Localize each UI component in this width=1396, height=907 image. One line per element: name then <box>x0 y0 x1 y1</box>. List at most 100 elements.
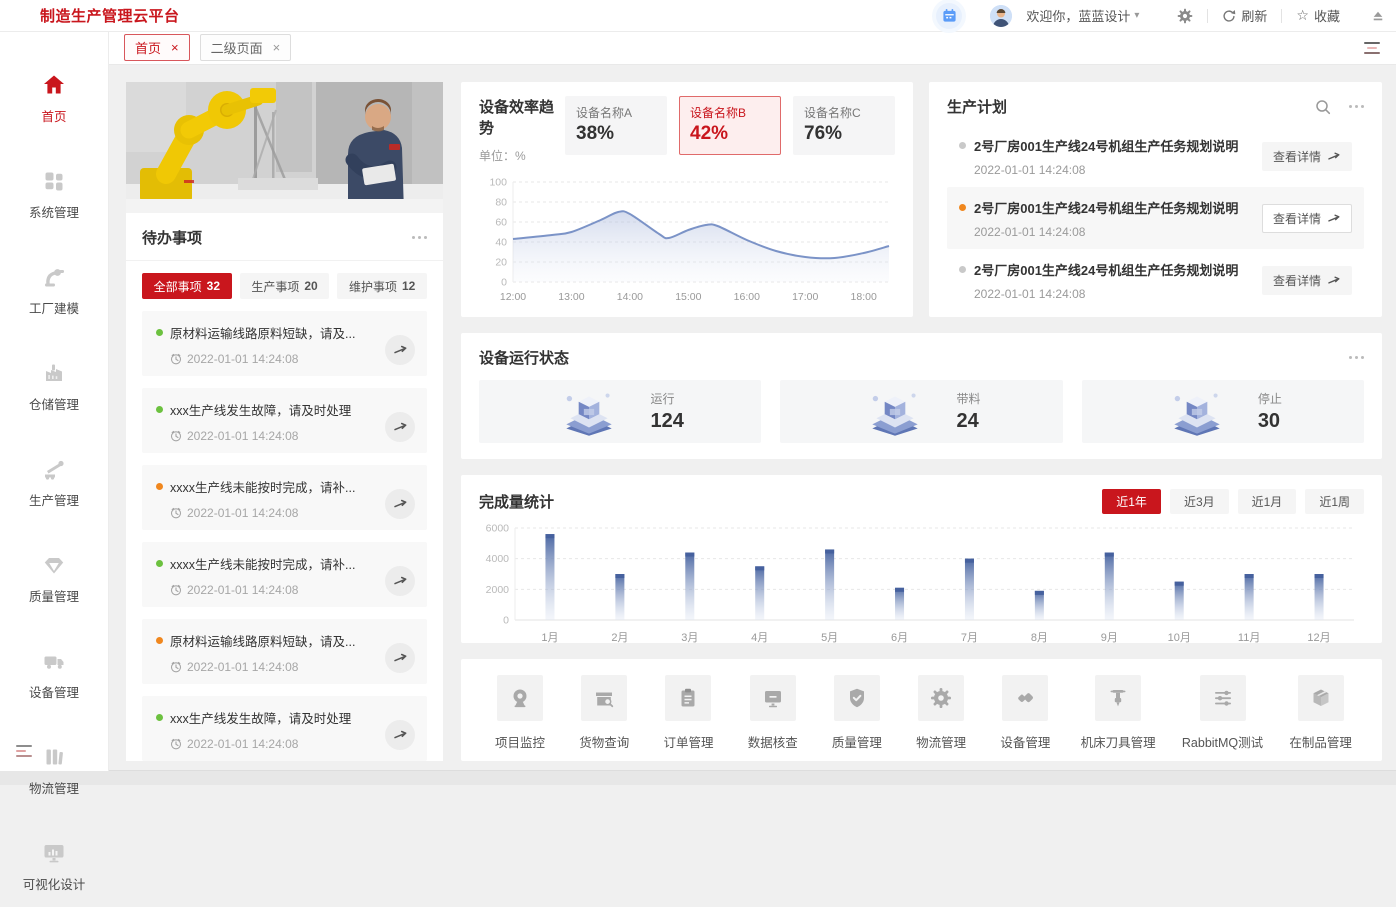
favorite-button[interactable]: ☆ 收藏 <box>1296 6 1340 25</box>
svg-text:17:00: 17:00 <box>792 291 818 303</box>
device-card[interactable]: 设备名称B 42% <box>679 96 781 155</box>
refresh-button[interactable]: 刷新 <box>1222 6 1267 25</box>
status-more-icon[interactable] <box>1349 356 1364 359</box>
calendar-button[interactable] <box>936 2 963 29</box>
link-label: 物流管理 <box>916 736 967 750</box>
todo-list-item[interactable]: xxxx生产线未能按时完成，请补... 2022-01-01 14:24:08 <box>142 542 427 607</box>
sidebar-item-production[interactable]: 生产管理 <box>0 443 108 523</box>
status-card[interactable]: 带料 24 <box>780 380 1063 443</box>
user-avatar[interactable] <box>990 4 1013 27</box>
sidebar-item-factory-modeling[interactable]: 工厂建模 <box>0 251 108 331</box>
plan-more-icon[interactable] <box>1349 105 1364 108</box>
plan-list-item[interactable]: 2号厂房001生产线24号机组生产任务规划说明 2022-01-01 14:24… <box>947 187 1364 249</box>
sidebar-item-home[interactable]: 首页 <box>0 59 108 139</box>
device-cards: 设备名称A 38% 设备名称B 42% 设备名称C 76% <box>565 96 895 164</box>
link-project-monitor[interactable]: 项目监控 <box>491 675 549 761</box>
status-dot <box>156 637 163 644</box>
link-wip-management[interactable]: 在制品管理 <box>1289 675 1352 761</box>
range-button[interactable]: 近1年 <box>1102 489 1161 514</box>
link-order-management[interactable]: 订单管理 <box>659 675 717 761</box>
status-card[interactable]: 停止 30 <box>1081 380 1364 443</box>
equipment-status-panel: 设备运行状态 运行 124 带料 24 停止 30 <box>461 333 1382 459</box>
page-tab[interactable]: 首页 × <box>124 34 190 61</box>
range-label: 近1月 <box>1251 495 1283 509</box>
todo-arrow-button[interactable] <box>385 642 415 673</box>
svg-text:7月: 7月 <box>961 632 978 644</box>
box-search-icon <box>596 692 614 708</box>
range-button[interactable]: 近1月 <box>1237 489 1297 514</box>
sidebar-item-label: 仓储管理 <box>28 398 79 412</box>
todo-arrow-button[interactable] <box>385 565 415 596</box>
arrow-right-icon <box>393 730 406 739</box>
link-rabbitmq-test[interactable]: RabbitMQ测试 <box>1182 675 1263 761</box>
device-card[interactable]: 设备名称C 76% <box>793 96 895 155</box>
link-label: 项目监控 <box>494 736 545 750</box>
todo-item-time: 2022-01-01 14:24:08 <box>187 352 299 366</box>
close-icon[interactable]: × <box>171 40 179 55</box>
link-quality-management[interactable]: 质量管理 <box>828 675 886 761</box>
link-machine-tool-management[interactable]: 机床刀具管理 <box>1081 675 1156 761</box>
machine-illustration <box>566 392 613 436</box>
divider <box>1281 8 1283 23</box>
plan-list-item[interactable]: 2号厂房001生产线24号机组生产任务规划说明 2022-01-01 14:24… <box>947 125 1364 187</box>
todo-list-item[interactable]: xxx生产线发生故障，请及时处理 2022-01-01 14:24:08 <box>142 388 427 453</box>
todo-arrow-button[interactable] <box>385 411 415 442</box>
link-data-check[interactable]: 数据核查 <box>744 675 802 761</box>
sidebar-item-warehouse[interactable]: 仓储管理 <box>0 347 108 427</box>
sidebar-item-logistics[interactable]: 物流管理 <box>0 731 108 811</box>
sidebar-collapse-icon[interactable] <box>16 745 32 757</box>
user-menu[interactable]: 欢迎你，蓝蓝设计 ▾ <box>1026 6 1139 25</box>
range-button[interactable]: 近1周 <box>1305 489 1364 514</box>
link-equipment-management[interactable]: 设备管理 <box>996 675 1054 761</box>
todo-arrow-button[interactable] <box>385 334 415 365</box>
svg-text:3月: 3月 <box>681 632 698 644</box>
view-detail-label: 查看详情 <box>1272 149 1321 164</box>
plan-list-item[interactable]: 2号厂房001生产线24号机组生产任务规划说明 2022-01-01 14:24… <box>947 249 1364 311</box>
sidebar-item-label: 首页 <box>41 110 67 124</box>
todo-more-icon[interactable] <box>412 236 427 239</box>
status-card[interactable]: 运行 124 <box>479 380 762 443</box>
tabbar-menu-icon[interactable] <box>1364 41 1380 54</box>
view-detail-button[interactable]: 查看详情 <box>1261 141 1352 171</box>
view-detail-button[interactable]: 查看详情 <box>1261 265 1352 295</box>
sidebar-item-system[interactable]: 系统管理 <box>0 155 108 235</box>
settings-gear-button[interactable] <box>1177 8 1193 24</box>
hero-image <box>126 82 443 213</box>
filter-count: 20 <box>304 279 318 293</box>
device-card[interactable]: 设备名称A 38% <box>565 96 667 155</box>
todo-item-time: 2022-01-01 14:24:08 <box>187 660 299 674</box>
view-detail-button[interactable]: 查看详情 <box>1261 203 1352 233</box>
welcome-text: 欢迎你，蓝蓝设计 <box>1026 9 1131 24</box>
todo-filter-chip[interactable]: 生产事项 20 <box>239 273 330 299</box>
sidebar-item-equipment[interactable]: 设备管理 <box>0 635 108 715</box>
range-label: 近3月 <box>1183 495 1215 509</box>
link-logistics-management[interactable]: 物流管理 <box>912 675 970 761</box>
shield-check-icon <box>849 688 864 708</box>
todo-item-time: 2022-01-01 14:24:08 <box>187 429 299 443</box>
todo-arrow-button[interactable] <box>385 719 415 750</box>
todo-arrow-button[interactable] <box>385 488 415 519</box>
todo-filter-chip[interactable]: 维护事项 12 <box>337 273 428 299</box>
sidebar-item-quality[interactable]: 质量管理 <box>0 539 108 619</box>
todo-list-item[interactable]: 原材料运输线路原料短缺，请及... 2022-01-01 14:24:08 <box>142 619 427 684</box>
tab-label: 首页 <box>135 41 162 56</box>
todo-item-title: xxxx生产线未能按时完成，请补... <box>170 558 356 572</box>
sidebar-item-visual-design[interactable]: 可视化设计 <box>0 827 108 907</box>
todo-list-item[interactable]: xxxx生产线未能按时完成，请补... 2022-01-01 14:24:08 <box>142 465 427 530</box>
page-tab[interactable]: 二级页面 × <box>199 34 292 61</box>
close-icon[interactable]: × <box>273 40 281 55</box>
todo-item-title: xxxx生产线未能按时完成，请补... <box>170 481 356 495</box>
todo-item-title: 原材料运输线路原料短缺，请及... <box>170 327 356 341</box>
range-button[interactable]: 近3月 <box>1169 489 1229 514</box>
sidebar-item-label: 可视化设计 <box>22 878 86 892</box>
link-goods-search[interactable]: 货物查询 <box>575 675 633 761</box>
todo-item-time: 2022-01-01 14:24:08 <box>187 583 299 597</box>
todo-filter-chip[interactable]: 全部事项 32 <box>142 273 232 299</box>
clock-icon <box>170 353 182 365</box>
todo-list-item[interactable]: xxx生产线发生故障，请及时处理 2022-01-01 14:24:08 <box>142 696 427 761</box>
sidebar-item-label: 系统管理 <box>28 206 79 220</box>
todo-list-item[interactable]: 原材料运输线路原料短缺，请及... 2022-01-01 14:24:08 <box>142 311 427 376</box>
eject-button[interactable] <box>1372 10 1384 22</box>
search-icon[interactable] <box>1315 99 1331 115</box>
clipboard-icon <box>681 688 695 707</box>
